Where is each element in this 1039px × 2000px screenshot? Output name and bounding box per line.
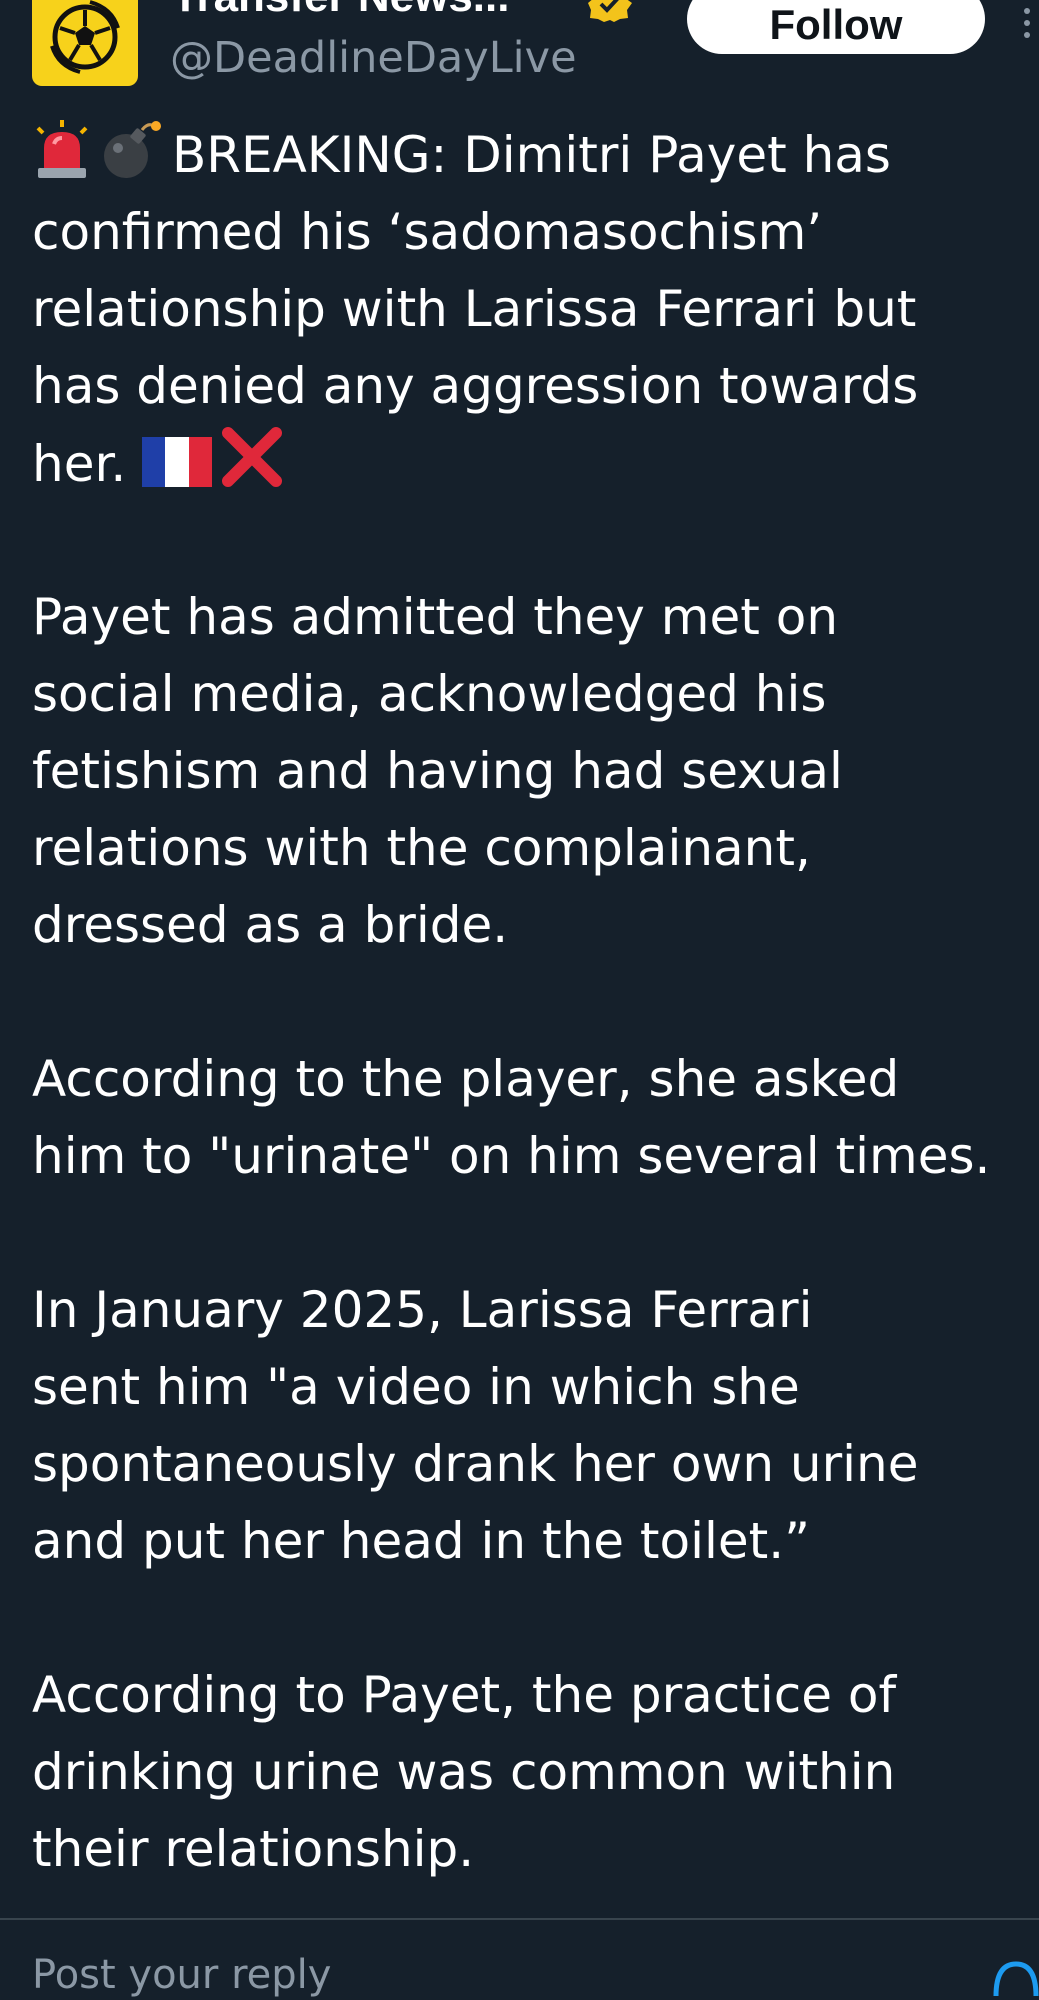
user-handle[interactable]: @DeadlineDayLive [170,32,577,84]
tweet-line: In January 2025, Larissa Ferrari [32,1281,813,1339]
tweet-paragraph: According to Payet, the practice of drin… [32,1657,1039,1888]
tweet-paragraph: BREAKING: Dimitri Payet has confirmed hi… [32,117,1039,502]
tweet-line: and put her head in the toilet.” [32,1512,811,1570]
tweet-text: BREAKING: Dimitri Payet has confirmed hi… [32,117,1039,1888]
tweet-paragraph: In January 2025, Larissa Ferrari sent hi… [32,1272,1039,1580]
tweet-line: their relationship. [32,1820,475,1878]
siren-icon [32,120,92,202]
football-icon [50,0,120,74]
tweet-paragraph: According to the player, she asked him t… [32,1041,1039,1195]
divider [0,1918,1039,1920]
avatar[interactable] [32,0,138,86]
tweet-header: Transfer News... @DeadlineDayLive Follow [0,0,1039,100]
reply-action-icon[interactable] [990,1958,1039,1998]
tweet-line: Payet has admitted they met on [32,588,839,646]
tweet-line: According to the player, she asked [32,1050,900,1108]
tweet-line-text: her. [32,435,127,493]
tweet-line: fetishism and having had sexual [32,742,843,800]
france-flag-icon [142,433,213,511]
follow-button[interactable]: Follow [687,0,985,54]
tweet-line: her. [32,425,1039,502]
tweet-line-text: BREAKING: Dimitri Payet has [172,126,891,184]
tweet-line: spontaneously drank her own urine [32,1435,919,1493]
reply-input-placeholder[interactable]: Post your reply [32,1950,331,2000]
tweet-line: him to "urinate" on him several times. [32,1127,991,1185]
tweet-line: has denied any aggression towards [32,357,919,415]
display-name[interactable]: Transfer News... [172,0,509,22]
tweet-line: sent him "a video in which she [32,1358,800,1416]
more-options-icon[interactable] [1020,8,1034,48]
tweet-line: BREAKING: Dimitri Payet has [32,117,1039,194]
tweet-line: social media, acknowledged his [32,665,827,723]
bomb-icon [100,120,164,202]
tweet-line: confirmed his ‘sadomasochism’ [32,203,823,261]
tweet-line: dressed as a bride. [32,896,509,954]
verified-badge-icon [588,0,632,22]
tweet-line: relationship with Larissa Ferrari but [32,280,917,338]
tweet-line: According to Payet, the practice of [32,1666,897,1724]
tweet-line: relations with the complainant, [32,819,811,877]
red-cross-icon [220,425,284,511]
tweet-line: drinking urine was common within [32,1743,896,1801]
tweet-paragraph: Payet has admitted they met on social me… [32,579,1039,964]
